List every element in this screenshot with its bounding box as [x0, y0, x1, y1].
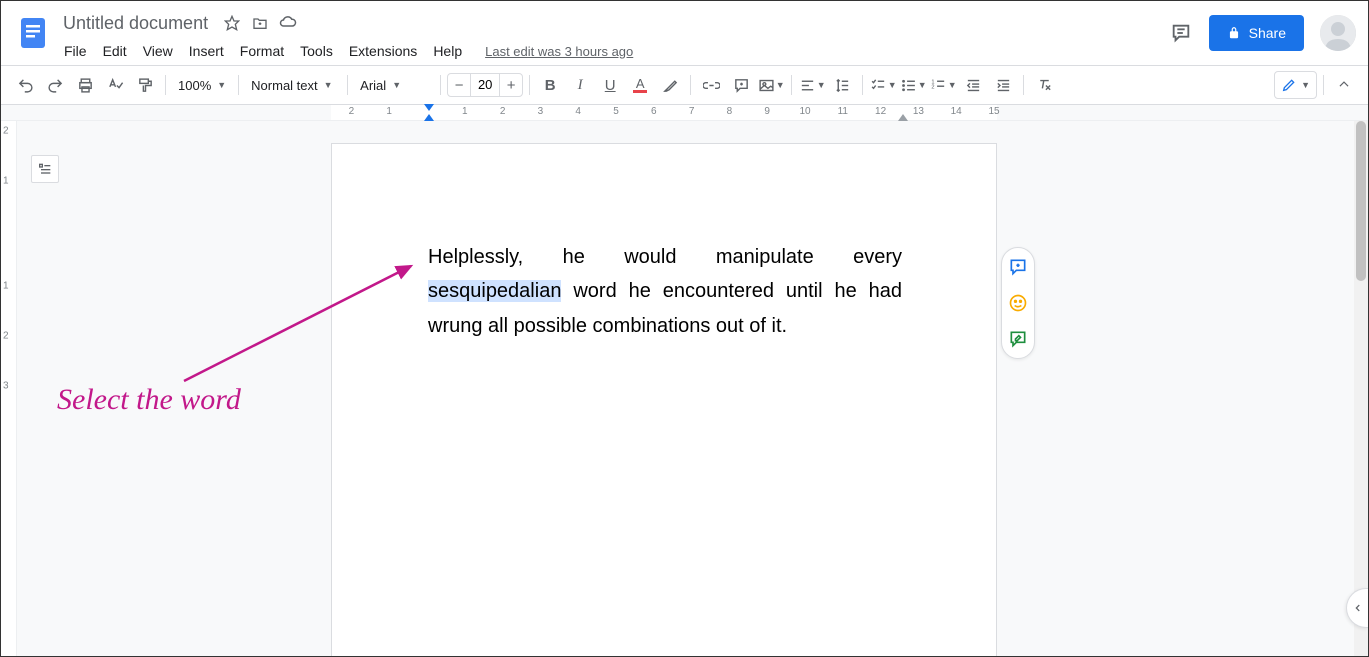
toolbar-separator [165, 75, 166, 95]
add-comment-button[interactable] [1005, 254, 1031, 280]
toolbar-separator [690, 75, 691, 95]
document-page[interactable]: Helplessly, he would manipulate every se… [331, 143, 997, 656]
side-comment-toolbar [1001, 247, 1035, 359]
toolbar-separator [238, 75, 239, 95]
toolbar-separator [440, 75, 441, 95]
chevron-down-icon: ▼ [1301, 80, 1310, 90]
font-size-increase-button[interactable]: + [500, 74, 522, 96]
font-size-input[interactable]: 20 [470, 74, 500, 96]
menu-file[interactable]: File [57, 39, 94, 63]
app-header: Untitled document File Edit View Insert … [1, 1, 1368, 65]
font-family-select[interactable]: Arial ▼ [354, 72, 434, 98]
chevron-down-icon: ▼ [217, 80, 226, 90]
paint-format-button[interactable] [131, 71, 159, 99]
font-size-group: − 20 + [447, 73, 523, 97]
docs-logo-icon[interactable] [13, 9, 53, 57]
chevron-down-icon: ▼ [817, 80, 826, 90]
editor-canvas: 2 1 1 2 3 Helplessly, he would manipulat… [1, 121, 1368, 656]
chevron-down-icon: ▼ [948, 80, 957, 90]
insert-link-button[interactable] [697, 71, 725, 99]
chevron-down-icon: ▼ [888, 80, 897, 90]
spellcheck-button[interactable] [101, 71, 129, 99]
star-icon[interactable] [222, 13, 242, 33]
add-emoji-button[interactable] [1005, 290, 1031, 316]
bulleted-list-button[interactable]: ▼ [899, 71, 927, 99]
align-button[interactable]: ▼ [798, 71, 826, 99]
menu-tools[interactable]: Tools [293, 39, 340, 63]
toolbar-separator [1023, 75, 1024, 95]
menu-help[interactable]: Help [426, 39, 469, 63]
bold-button[interactable]: B [536, 71, 564, 99]
outline-toggle-button[interactable] [31, 155, 59, 183]
menu-bar: File Edit View Insert Format Tools Exten… [57, 37, 1169, 65]
style-value: Normal text [251, 78, 317, 93]
toolbar-separator [529, 75, 530, 95]
underline-button[interactable]: U [596, 71, 624, 99]
insert-image-button[interactable]: ▼ [757, 71, 785, 99]
selected-word[interactable]: sesquipedalian [428, 280, 561, 302]
editing-mode-button[interactable]: ▼ [1274, 71, 1317, 99]
vertical-scrollbar[interactable] [1354, 121, 1368, 656]
menu-format[interactable]: Format [233, 39, 291, 63]
share-label: Share [1249, 25, 1286, 41]
chevron-down-icon: ▼ [776, 80, 785, 90]
menu-view[interactable]: View [136, 39, 180, 63]
text-color-button[interactable]: A [626, 71, 654, 99]
chevron-down-icon: ▼ [392, 80, 401, 90]
annotation-label: Select the word [57, 383, 241, 417]
increase-indent-button[interactable] [989, 71, 1017, 99]
font-value: Arial [360, 78, 386, 93]
menu-extensions[interactable]: Extensions [342, 39, 424, 63]
cloud-status-icon[interactable] [278, 13, 298, 33]
lock-icon [1227, 26, 1241, 40]
chevron-down-icon: ▼ [918, 80, 927, 90]
vertical-ruler[interactable]: 2 1 1 2 3 [1, 121, 17, 656]
last-edit-link[interactable]: Last edit was 3 hours ago [485, 44, 633, 59]
toolbar-separator [347, 75, 348, 95]
toolbar: 100% ▼ Normal text ▼ Arial ▼ − 20 + B I U A… [1, 65, 1368, 105]
suggest-edits-button[interactable] [1005, 326, 1031, 352]
pencil-icon [1281, 77, 1297, 93]
svg-text:2: 2 [931, 84, 934, 90]
text-before: Helplessly, he would manipulate every [428, 246, 902, 268]
checklist-button[interactable]: ▼ [869, 71, 897, 99]
right-indent-marker[interactable] [898, 114, 908, 121]
left-indent-marker[interactable] [424, 114, 434, 121]
chevron-down-icon: ▼ [324, 80, 333, 90]
horizontal-ruler[interactable]: 12123456789101112131415 [1, 105, 1368, 121]
line-spacing-button[interactable] [828, 71, 856, 99]
scrollbar-thumb[interactable] [1356, 121, 1366, 281]
toolbar-separator [1323, 75, 1324, 95]
italic-button[interactable]: I [566, 71, 594, 99]
first-line-indent-marker[interactable] [424, 104, 434, 111]
document-text[interactable]: Helplessly, he would manipulate every se… [428, 240, 902, 343]
clear-formatting-button[interactable] [1030, 71, 1058, 99]
toolbar-separator [862, 75, 863, 95]
print-button[interactable] [71, 71, 99, 99]
document-title[interactable]: Untitled document [57, 11, 214, 36]
move-icon[interactable] [250, 13, 270, 33]
header-right: Share [1169, 9, 1356, 51]
insert-comment-button[interactable] [727, 71, 755, 99]
undo-button[interactable] [11, 71, 39, 99]
zoom-select[interactable]: 100% ▼ [172, 72, 232, 98]
decrease-indent-button[interactable] [959, 71, 987, 99]
account-avatar[interactable] [1320, 15, 1356, 51]
paragraph-style-select[interactable]: Normal text ▼ [245, 72, 341, 98]
title-area: Untitled document File Edit View Insert … [57, 9, 1169, 65]
share-button[interactable]: Share [1209, 15, 1304, 51]
redo-button[interactable] [41, 71, 69, 99]
title-row: Untitled document [57, 9, 1169, 37]
menu-edit[interactable]: Edit [96, 39, 134, 63]
collapse-toolbar-button[interactable] [1330, 71, 1358, 99]
font-size-decrease-button[interactable]: − [448, 74, 470, 96]
comment-history-icon[interactable] [1169, 21, 1193, 45]
numbered-list-button[interactable]: 12▼ [929, 71, 957, 99]
zoom-value: 100% [178, 78, 211, 93]
highlight-button[interactable] [656, 71, 684, 99]
explore-side-tab[interactable] [1346, 588, 1368, 628]
menu-insert[interactable]: Insert [182, 39, 231, 63]
toolbar-separator [791, 75, 792, 95]
